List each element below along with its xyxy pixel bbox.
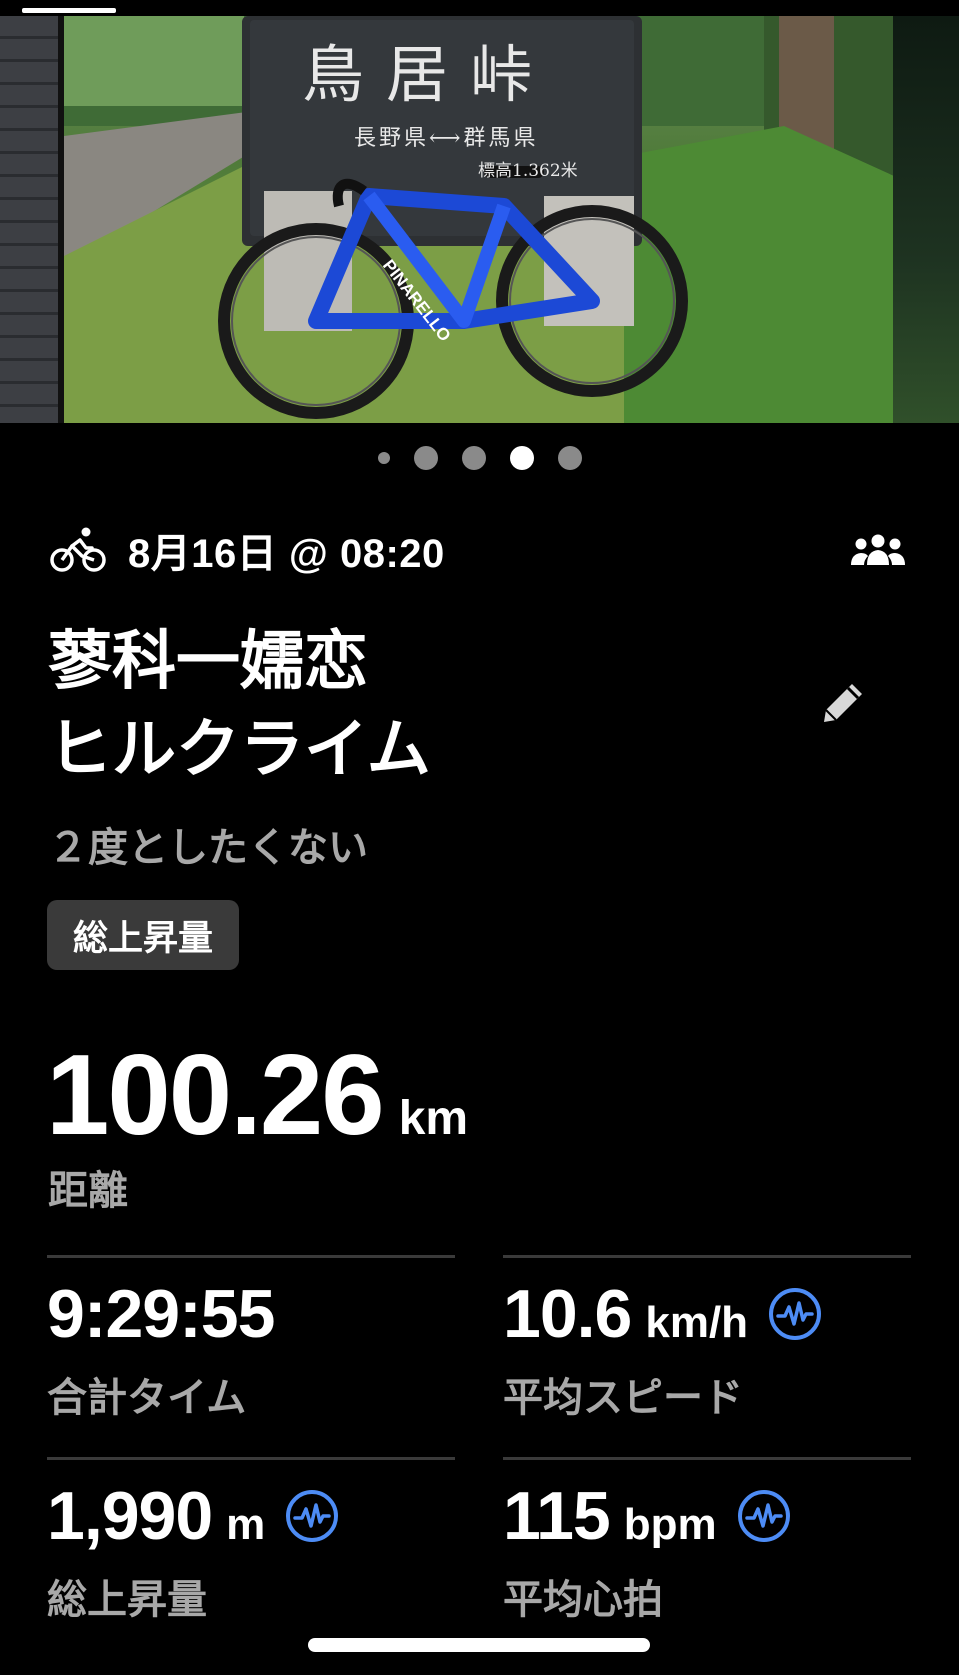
sign-title: 鳥居峠 bbox=[302, 38, 555, 111]
stat-label: 総上昇量 bbox=[47, 1577, 207, 1623]
pager-dot[interactable] bbox=[461, 446, 486, 470]
stat-value: 10.6 bbox=[503, 1276, 632, 1352]
distance-value: 100.26 bbox=[46, 1032, 385, 1159]
activity-datetime: 8月16日 @ 08:20 bbox=[128, 532, 445, 576]
next-photo-peek[interactable] bbox=[893, 16, 959, 423]
distance-hero: 100.26 km bbox=[46, 1030, 468, 1161]
elevation-tag[interactable]: 総上昇量 bbox=[47, 900, 240, 970]
pulse-analysis-icon[interactable] bbox=[737, 1489, 791, 1543]
photo-pager bbox=[0, 446, 959, 470]
photo-carousel[interactable]: 鳥居峠 長野県⟷群馬県 標高1.362米 PINARELLO bbox=[0, 16, 959, 423]
pulse-analysis-icon[interactable] bbox=[768, 1287, 822, 1341]
stat-value: 9:29:55 bbox=[47, 1276, 275, 1352]
activity-detail-screen: 鳥居峠 長野県⟷群馬県 標高1.362米 PINARELLO 8月16日 @ 0… bbox=[0, 0, 959, 1675]
activity-title-line1: 蓼科一嬬恋 bbox=[48, 625, 368, 699]
bike-icon bbox=[48, 525, 108, 575]
stat-unit: km/h bbox=[645, 1298, 749, 1347]
stat-unit: bpm bbox=[623, 1500, 717, 1549]
story-progress-track bbox=[0, 0, 959, 16]
group-icon[interactable] bbox=[848, 522, 908, 578]
sign-route: 長野県⟷群馬県 bbox=[354, 126, 539, 151]
divider bbox=[503, 1457, 911, 1460]
divider bbox=[503, 1255, 911, 1258]
pencil-icon[interactable] bbox=[818, 678, 868, 728]
stat-label: 平均スピード bbox=[503, 1375, 743, 1421]
pager-dot-active[interactable] bbox=[509, 446, 534, 470]
stat-label: 合計タイム bbox=[47, 1375, 247, 1421]
stat-value: 1,990 bbox=[47, 1478, 213, 1554]
divider bbox=[47, 1255, 455, 1258]
pulse-analysis-icon[interactable] bbox=[285, 1489, 339, 1543]
distance-unit: km bbox=[398, 1092, 469, 1145]
activity-photo[interactable]: 鳥居峠 長野県⟷群馬県 標高1.362米 PINARELLO bbox=[64, 16, 894, 423]
stat-value: 115 bbox=[503, 1478, 611, 1554]
home-indicator[interactable] bbox=[308, 1638, 650, 1652]
story-progress-bar bbox=[22, 8, 116, 13]
divider bbox=[47, 1457, 455, 1460]
stat-label: 平均心拍 bbox=[503, 1577, 663, 1623]
pager-dot[interactable] bbox=[557, 446, 582, 470]
previous-photo-peek[interactable] bbox=[0, 16, 58, 423]
pager-dot[interactable] bbox=[413, 446, 438, 470]
sign-elevation: 標高1.362米 bbox=[478, 161, 578, 181]
distance-label: 距離 bbox=[48, 1168, 128, 1214]
activity-title: 蓼科一嬬恋 ヒルクライム bbox=[48, 618, 748, 794]
stat-unit: m bbox=[226, 1500, 266, 1549]
activity-description: ２度としたくない bbox=[48, 825, 368, 871]
activity-meta-row: 8月16日 @ 08:20 bbox=[48, 522, 908, 578]
pager-dot[interactable] bbox=[377, 452, 390, 464]
activity-title-line2: ヒルクライム bbox=[48, 713, 431, 787]
